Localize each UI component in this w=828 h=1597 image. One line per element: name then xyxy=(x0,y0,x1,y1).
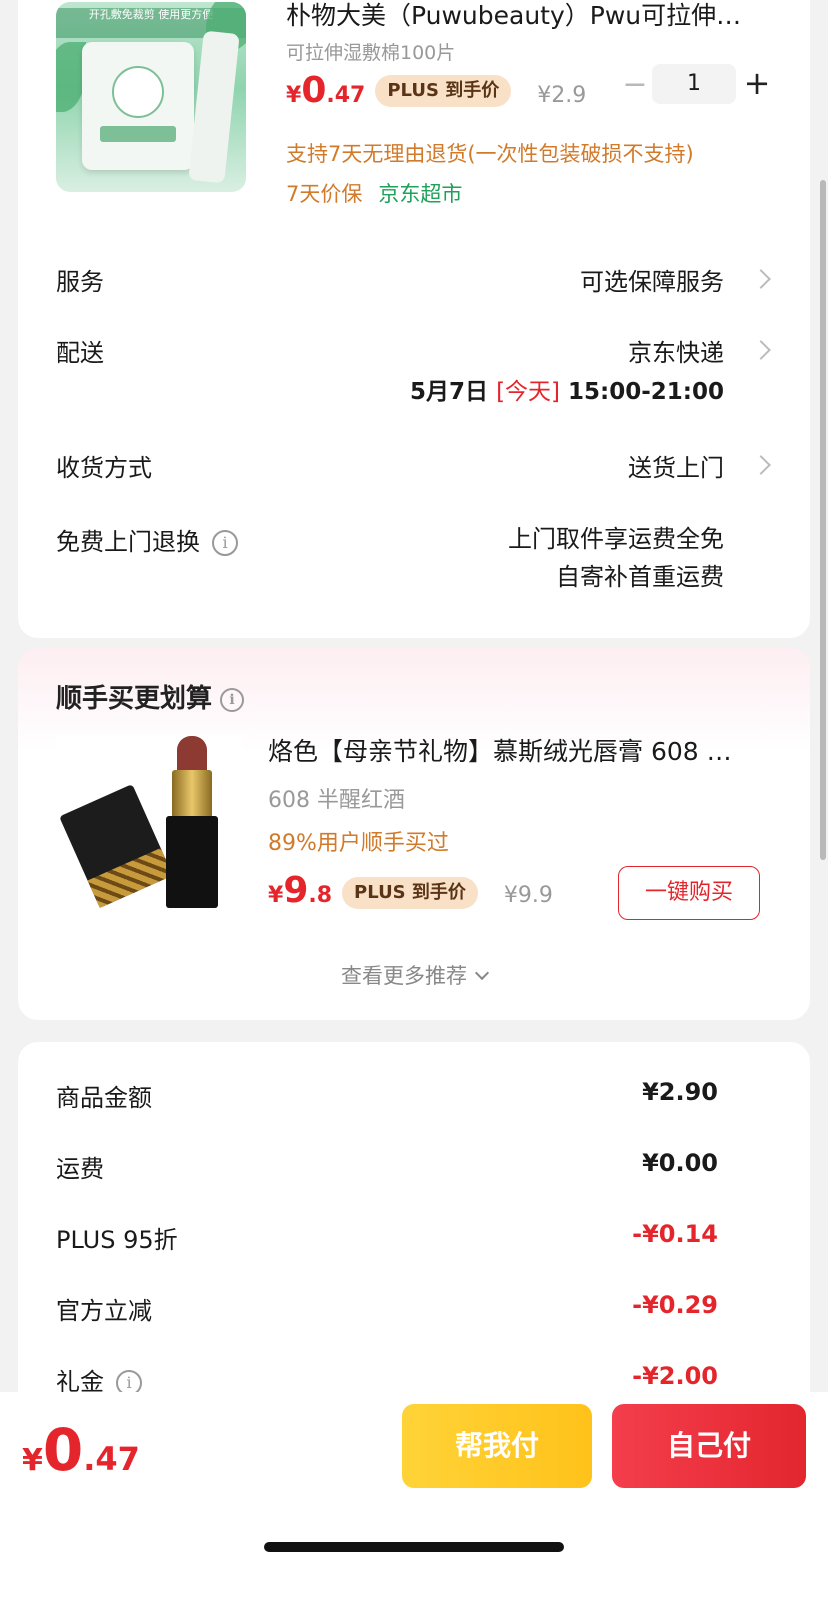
delivery-date: 5月7日 xyxy=(410,379,489,405)
more-recommendations-label: 查看更多推荐 xyxy=(341,964,467,988)
recommendation-title: 顺手买更划算 i xyxy=(56,678,245,715)
chevron-right-icon[interactable] xyxy=(751,340,771,360)
price-decimal: .8 xyxy=(308,883,333,908)
price-protect-tag: 7天价保 xyxy=(286,182,363,206)
recommendation-card: 顺手买更划算 i 烙色【母亲节礼物】慕斯绒光唇膏 608 半醒红酒 608 半醒红… xyxy=(18,648,810,1020)
summary-label: PLUS 95折 xyxy=(56,1226,178,1254)
price-integer: 0 xyxy=(301,70,327,111)
scrollbar[interactable] xyxy=(820,180,826,860)
summary-value: ¥0.00 xyxy=(642,1149,718,1177)
recommendation-image[interactable] xyxy=(56,736,242,922)
one-click-buy-button[interactable]: 一键购买 xyxy=(618,866,760,920)
chevron-right-icon[interactable] xyxy=(751,269,771,289)
free-return-line1: 上门取件享运费全免 xyxy=(508,525,724,553)
delivery-window: 15:00-21:00 xyxy=(568,379,724,405)
summary-value: ¥2.90 xyxy=(642,1078,718,1106)
free-return-line2: 自寄补首重运费 xyxy=(556,563,724,591)
return-policy-note: 支持7天无理由退货(一次性包装破损不支持) xyxy=(286,142,694,166)
recommendation-title-text: 顺手买更划算 xyxy=(56,684,213,714)
total-integer: 0 xyxy=(42,1416,84,1484)
chevron-down-icon xyxy=(474,965,490,981)
price-currency: ¥ xyxy=(268,883,284,908)
delivery-value[interactable]: 京东快递 xyxy=(628,333,724,368)
product-tags: 7天价保 京东超市 xyxy=(286,178,462,208)
receive-method-value[interactable]: 送货上门 xyxy=(628,448,724,483)
receive-method-label: 收货方式 xyxy=(56,454,152,482)
order-card: 开孔敷免裁剪 使用更方便 朴物大美（Puwubeauty）Pwu可拉伸湿敷棉10… xyxy=(18,0,810,638)
delivery-time: 5月7日 [今天] 15:00-21:00 xyxy=(410,372,724,406)
original-price: ¥2.9 xyxy=(537,83,587,108)
plus-price-badge: PLUS 到手价 xyxy=(375,75,512,107)
quantity-input[interactable]: 1 xyxy=(652,64,736,104)
help-me-pay-button[interactable]: 帮我付 xyxy=(402,1404,592,1488)
service-label: 服务 xyxy=(56,268,104,296)
price-summary-card: 商品金额 ¥2.90 运费 ¥0.00 PLUS 95折 -¥0.14 官方立减… xyxy=(18,1042,810,1422)
price-decimal: .47 xyxy=(326,83,366,108)
free-return-value: 上门取件享运费全免 自寄补首重运费 xyxy=(508,520,724,596)
recommendation-variant: 608 半醒红酒 xyxy=(268,788,405,813)
summary-label: 商品金额 xyxy=(56,1084,152,1112)
store-tag: 京东超市 xyxy=(378,182,463,206)
summary-label: 运费 xyxy=(56,1155,104,1183)
summary-value: -¥0.29 xyxy=(632,1291,718,1319)
free-return-label-row: 免费上门退换 i xyxy=(56,522,238,557)
recommendation-price: ¥ 9 .8 PLUS 到手价 ¥9.9 xyxy=(268,870,553,913)
original-price: ¥9.9 xyxy=(503,883,553,908)
recommendation-name[interactable]: 烙色【母亲节礼物】慕斯绒光唇膏 608 半醒红酒 xyxy=(268,732,748,768)
service-value[interactable]: 可选保障服务 xyxy=(580,262,724,297)
summary-value: -¥0.14 xyxy=(632,1220,718,1248)
home-indicator[interactable] xyxy=(264,1542,564,1552)
price-integer: 9 xyxy=(283,870,309,911)
summary-label: 官方立减 xyxy=(56,1297,152,1325)
product-price: ¥ 0 .47 PLUS 到手价 ¥2.9 xyxy=(286,70,587,111)
plus-icon[interactable]: + xyxy=(742,66,772,100)
product-image[interactable]: 开孔敷免裁剪 使用更方便 xyxy=(56,2,246,192)
checkout-bar: ¥ 0 .47 帮我付 自己付 xyxy=(0,1392,828,1597)
total-price: ¥ 0 .47 xyxy=(22,1416,140,1484)
total-decimal: .47 xyxy=(83,1440,140,1478)
product-subtitle: 可拉伸湿敷棉100片 xyxy=(286,42,456,64)
pay-myself-button[interactable]: 自己付 xyxy=(612,1404,806,1488)
product-title[interactable]: 朴物大美（Puwubeauty）Pwu可拉伸湿敷棉100片 xyxy=(286,0,766,32)
minus-icon[interactable]: − xyxy=(620,70,650,100)
price-currency: ¥ xyxy=(286,83,302,108)
recommendation-bought-rate: 89%用户顺手买过 xyxy=(268,831,449,856)
total-currency: ¥ xyxy=(22,1443,43,1478)
chevron-right-icon[interactable] xyxy=(751,455,771,475)
more-recommendations-link[interactable]: 查看更多推荐 xyxy=(18,960,810,990)
summary-value: -¥2.00 xyxy=(632,1362,718,1390)
info-icon[interactable]: i xyxy=(212,530,238,556)
delivery-label: 配送 xyxy=(56,339,104,367)
free-return-label: 免费上门退换 xyxy=(56,528,200,556)
plus-price-badge: PLUS 到手价 xyxy=(342,877,478,909)
delivery-today: [今天] xyxy=(496,379,561,405)
info-icon[interactable]: i xyxy=(220,687,245,712)
